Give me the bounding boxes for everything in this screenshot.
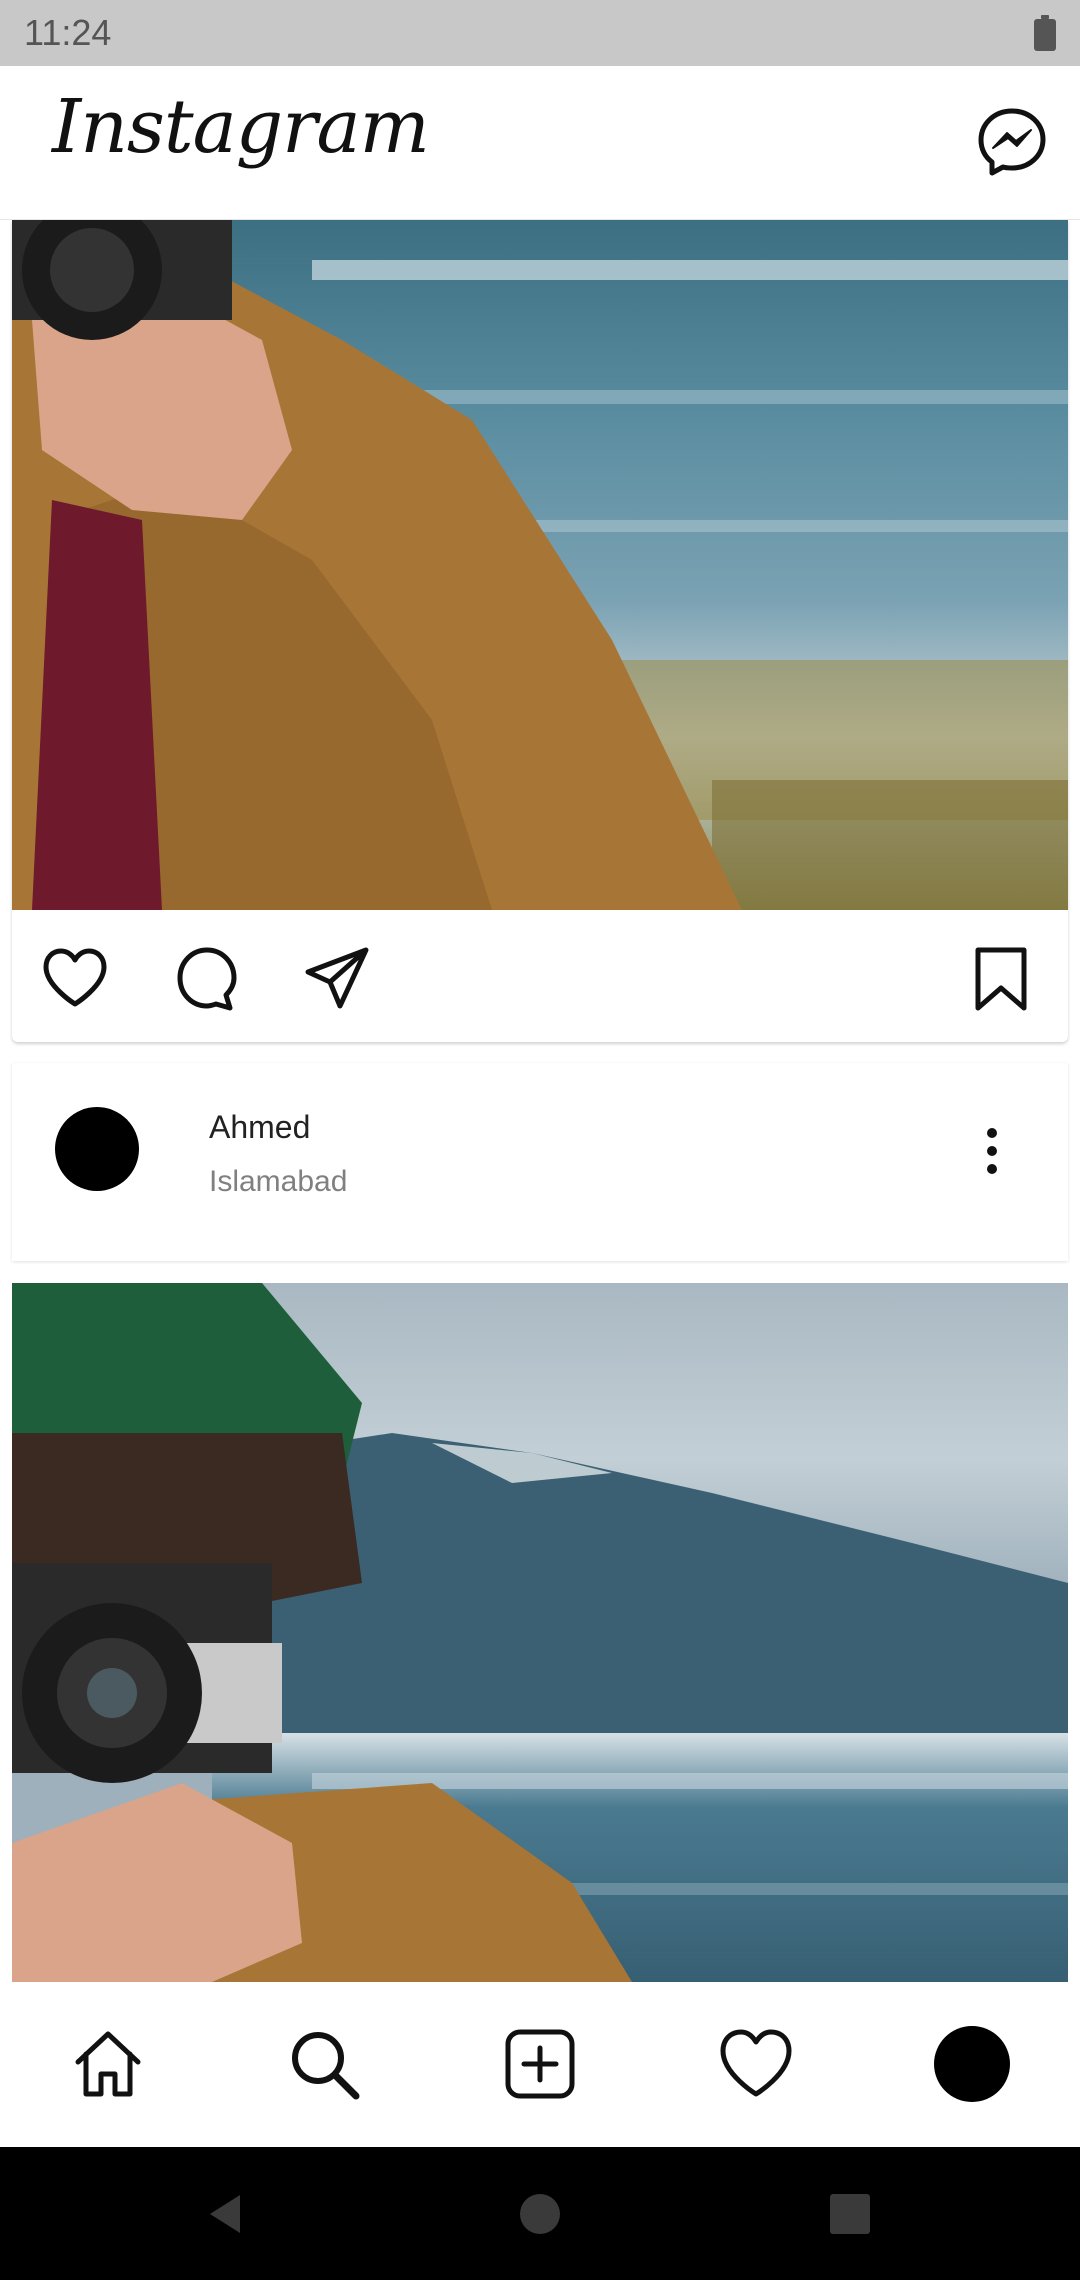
- post-location[interactable]: Islamabad: [209, 1165, 347, 1199]
- app-bar: Instagram: [0, 66, 1080, 220]
- system-nav-bar: [0, 2147, 1080, 2280]
- avatar[interactable]: [55, 1107, 139, 1191]
- app-logo: Instagram: [52, 84, 430, 170]
- more-vertical-icon[interactable]: [982, 1127, 1002, 1175]
- back-icon[interactable]: [202, 2191, 248, 2237]
- home-circle-icon[interactable]: [517, 2191, 563, 2237]
- comment-icon[interactable]: [172, 944, 242, 1014]
- search-icon[interactable]: [284, 2024, 364, 2104]
- bottom-nav: [0, 1982, 1080, 2147]
- post-header: Ahmed Islamabad: [12, 1063, 1068, 1261]
- heart-icon[interactable]: [40, 944, 110, 1014]
- bookmark-icon[interactable]: [966, 944, 1036, 1014]
- send-icon[interactable]: [302, 944, 372, 1014]
- messenger-icon[interactable]: [976, 106, 1048, 178]
- activity-heart-icon[interactable]: [716, 2024, 796, 2104]
- post-photo: [12, 1283, 1068, 1982]
- add-post-icon[interactable]: [500, 2024, 580, 2104]
- profile-avatar[interactable]: [934, 2026, 1010, 2102]
- post-actions: [12, 910, 1068, 1042]
- post-photo: [12, 220, 1068, 910]
- recents-square-icon[interactable]: [827, 2191, 873, 2237]
- post-image[interactable]: [12, 220, 1068, 910]
- status-bar: 11:24: [0, 0, 1080, 66]
- feed[interactable]: Ahmed Islamabad: [0, 220, 1080, 1982]
- battery-icon: [1034, 15, 1056, 51]
- status-time: 11:24: [24, 12, 112, 53]
- post-username[interactable]: Ahmed: [209, 1109, 310, 1146]
- home-icon[interactable]: [68, 2024, 148, 2104]
- post-image[interactable]: [12, 1283, 1068, 1982]
